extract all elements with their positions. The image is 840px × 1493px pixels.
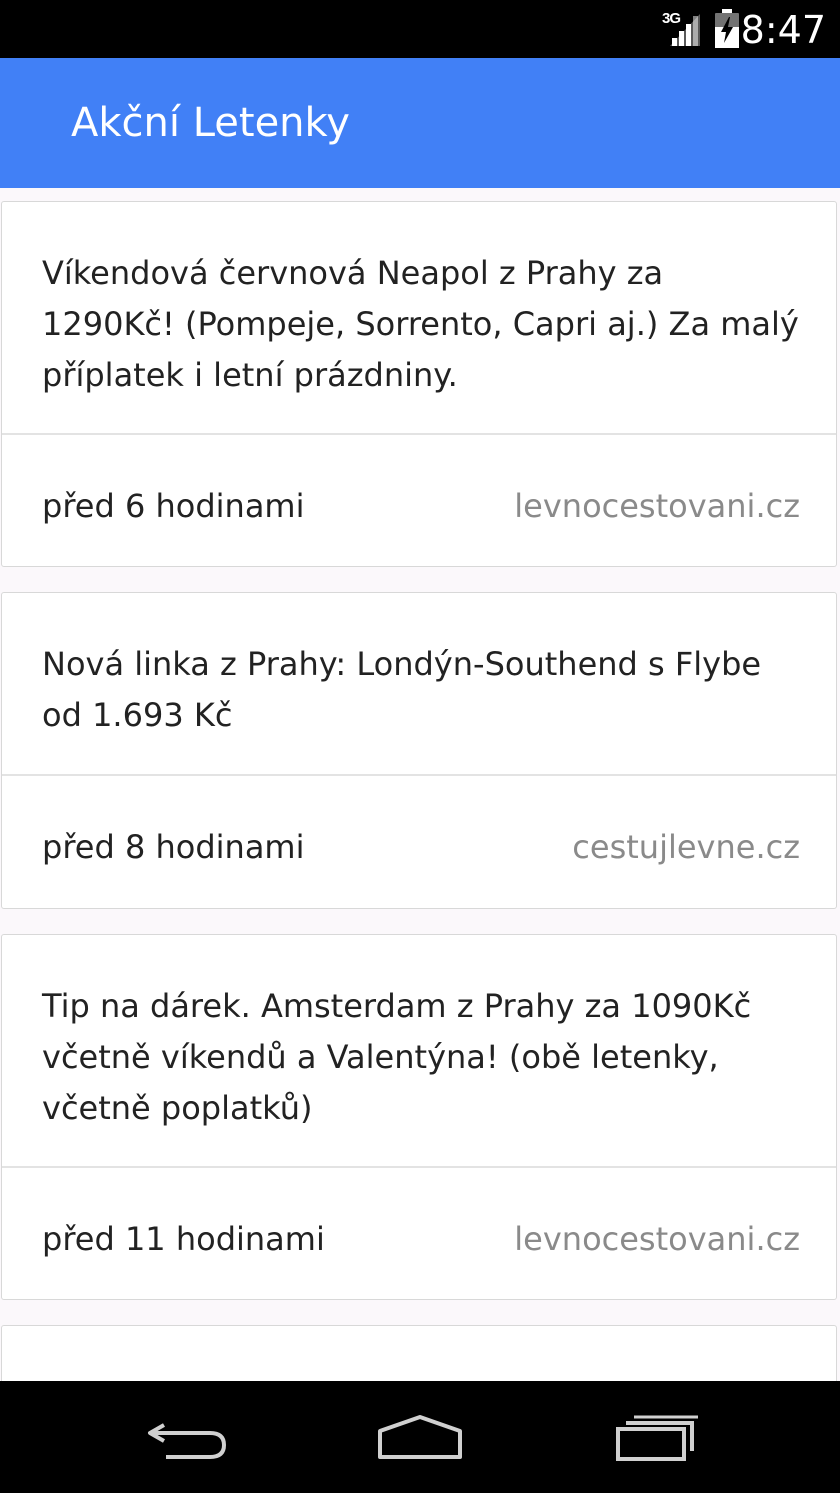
deal-time: před 8 hodinami	[42, 828, 305, 866]
app-title: Akční Letenky	[71, 100, 350, 146]
deal-source[interactable]: cestujlevne.cz	[572, 827, 800, 867]
deal-card[interactable]: Víkendová červnová Neapol z Prahy za 129…	[1, 201, 837, 567]
deal-title: Víkendová červnová Neapol z Prahy za 129…	[42, 254, 799, 394]
deal-time: před 6 hodinami	[42, 487, 305, 525]
deal-source[interactable]: levnocestovani.cz	[514, 486, 800, 526]
signal-icon	[670, 14, 700, 46]
deal-card[interactable]	[1, 1325, 837, 1381]
card-divider	[2, 1166, 836, 1168]
clock: 8:47	[740, 8, 826, 52]
deal-card[interactable]: Nová linka z Prahy: Londýn-Southend s Fl…	[1, 592, 837, 909]
deal-list[interactable]: Víkendová červnová Neapol z Prahy za 129…	[0, 188, 840, 1381]
home-icon[interactable]	[370, 1411, 470, 1467]
app-bar: Akční Letenky	[0, 58, 840, 188]
card-divider	[2, 774, 836, 776]
back-icon[interactable]	[140, 1411, 240, 1467]
deal-time: před 11 hodinami	[42, 1220, 325, 1258]
deal-card[interactable]: Tip na dárek. Amsterdam z Prahy za 1090K…	[1, 934, 837, 1300]
deal-title: Tip na dárek. Amsterdam z Prahy za 1090K…	[42, 987, 752, 1127]
card-divider	[2, 433, 836, 435]
battery-charging-icon	[715, 9, 739, 48]
recent-apps-icon[interactable]	[608, 1411, 708, 1467]
status-bar: 3G 8:47	[0, 0, 840, 58]
deal-source[interactable]: levnocestovani.cz	[514, 1219, 800, 1259]
deal-title: Nová linka z Prahy: Londýn-Southend s Fl…	[42, 645, 762, 734]
navigation-bar	[0, 1381, 840, 1493]
